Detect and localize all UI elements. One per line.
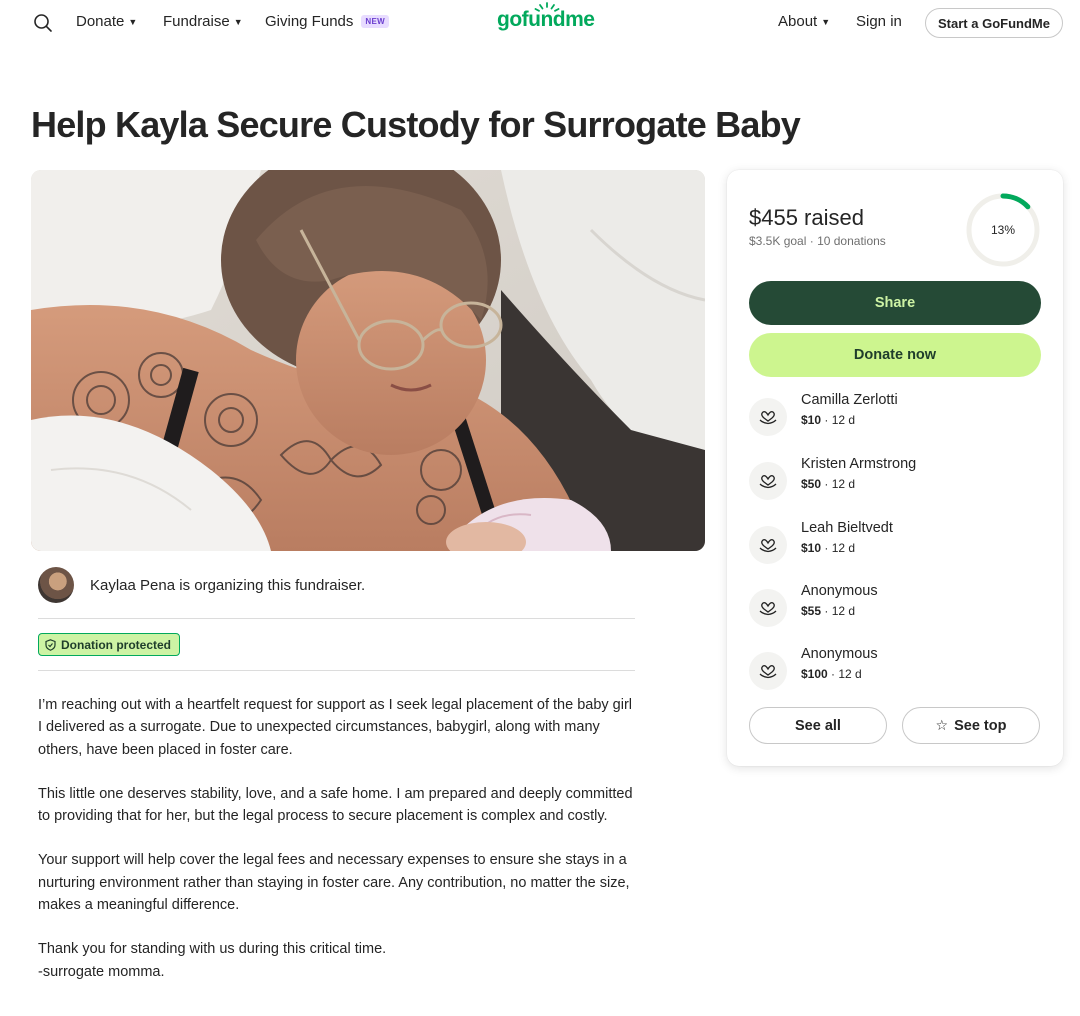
campaign-photo-illustration [31,170,705,551]
nav-giving-funds[interactable]: Giving Funds NEW [265,13,389,30]
donation-meta: $10 · 12 d [801,541,856,555]
goal-amount: $3.5K goal [749,234,807,248]
see-all-button[interactable]: See all [749,707,887,744]
donation-item: Camilla Zerlotti $10 · 12 d [749,392,1041,436]
donation-meta: $10 · 12 d [801,413,856,427]
story-paragraph: This little one deserves stability, love… [38,785,633,825]
top-nav: Donate ▼ Fundraise ▼ Giving Funds NEW go… [0,0,1080,44]
heart-hand-icon [749,462,787,500]
donation-amount: $10 [801,413,822,427]
donation-protected-label: Donation protected [61,637,171,652]
donation-protected-badge[interactable]: Donation protected [38,633,180,656]
donation-meta: $55 · 12 d [801,604,856,618]
heart-hand-icon [749,589,787,627]
donation-count: 10 donations [817,234,886,248]
gofundme-logo[interactable]: gofundme [497,8,595,32]
chevron-down-icon: ▼ [128,17,138,27]
progress-ring: 13% [966,193,1040,267]
donation-amount: $100 [801,667,828,681]
donation-meta: $50 · 12 d [801,477,856,491]
nav-fundraise[interactable]: Fundraise ▼ [163,13,243,30]
nav-donate-label: Donate [76,13,125,30]
sign-in-label: Sign in [856,13,902,30]
donation-item: Anonymous $100 · 12 d [749,646,1041,690]
separator-dot: · [809,234,818,248]
heart-hand-icon [749,398,787,436]
nav-donate[interactable]: Donate ▼ [76,13,137,30]
see-top-button[interactable]: ☆ See top [902,707,1040,744]
nav-giving-funds-label: Giving Funds [265,13,354,30]
donation-time: 12 d [831,541,856,555]
progress-percent: 13% [991,223,1015,237]
donor-name: Kristen Armstrong [801,456,917,472]
donor-name: Anonymous [801,646,878,662]
heart-hand-icon [749,652,787,690]
search-icon[interactable] [33,13,53,33]
donation-card: $455 raised $3.5K goal · 10 donations 13… [727,170,1063,766]
donation-item: Leah Bieltvedt $10 · 12 d [749,520,1041,564]
star-icon: ☆ [935,717,949,733]
nav-about-label: About [778,13,818,30]
organizer-avatar[interactable] [38,567,74,603]
donor-name: Camilla Zerlotti [801,392,898,408]
donation-time: 12 d [838,667,862,681]
goal-summary: $3.5K goal · 10 donations [749,234,886,248]
donation-meta: $100 · 12 d [801,667,862,681]
nav-sign-in[interactable]: Sign in [856,13,902,30]
chevron-down-icon: ▼ [821,17,831,27]
divider [38,670,635,671]
donation-time: 12 d [831,604,856,618]
new-badge: NEW [361,15,389,28]
campaign-photo [31,170,705,551]
share-button[interactable]: Share [749,281,1041,325]
nav-about[interactable]: About ▼ [778,13,830,30]
donation-amount: $55 [801,604,822,618]
chevron-down-icon: ▼ [233,17,243,27]
donation-time: 12 d [831,413,856,427]
organizer-row: Kaylaa Pena is organizing this fundraise… [38,567,365,603]
donation-item: Kristen Armstrong $50 · 12 d [749,456,1041,500]
amount-raised: $455 raised [749,205,864,230]
donation-item: Anonymous $55 · 12 d [749,583,1041,627]
nav-fundraise-label: Fundraise [163,13,230,30]
story-paragraph: I’m reaching out with a heartfelt reques… [38,697,633,758]
heart-hand-icon [749,526,787,564]
page-title: Help Kayla Secure Custody for Surrogate … [31,104,801,145]
see-all-label: See all [795,717,841,734]
donation-amount: $10 [801,541,822,555]
start-gofundme-button[interactable]: Start a GoFundMe [925,8,1063,38]
see-top-label: See top [954,717,1007,734]
organizer-text: Kaylaa Pena is organizing this fundraise… [90,576,366,594]
donor-name: Leah Bieltvedt [801,520,893,536]
divider [38,618,635,619]
story-paragraph: Your support will help cover the legal f… [38,852,630,914]
donation-time: 12 d [831,477,856,491]
donation-amount: $50 [801,477,822,491]
donor-name: Anonymous [801,583,878,599]
donate-now-button[interactable]: Donate now [749,333,1041,377]
campaign-story: I’m reaching out with a heartfelt reques… [38,694,638,1005]
shield-icon [45,638,56,651]
story-paragraph: Thank you for standing with us during th… [38,941,387,980]
